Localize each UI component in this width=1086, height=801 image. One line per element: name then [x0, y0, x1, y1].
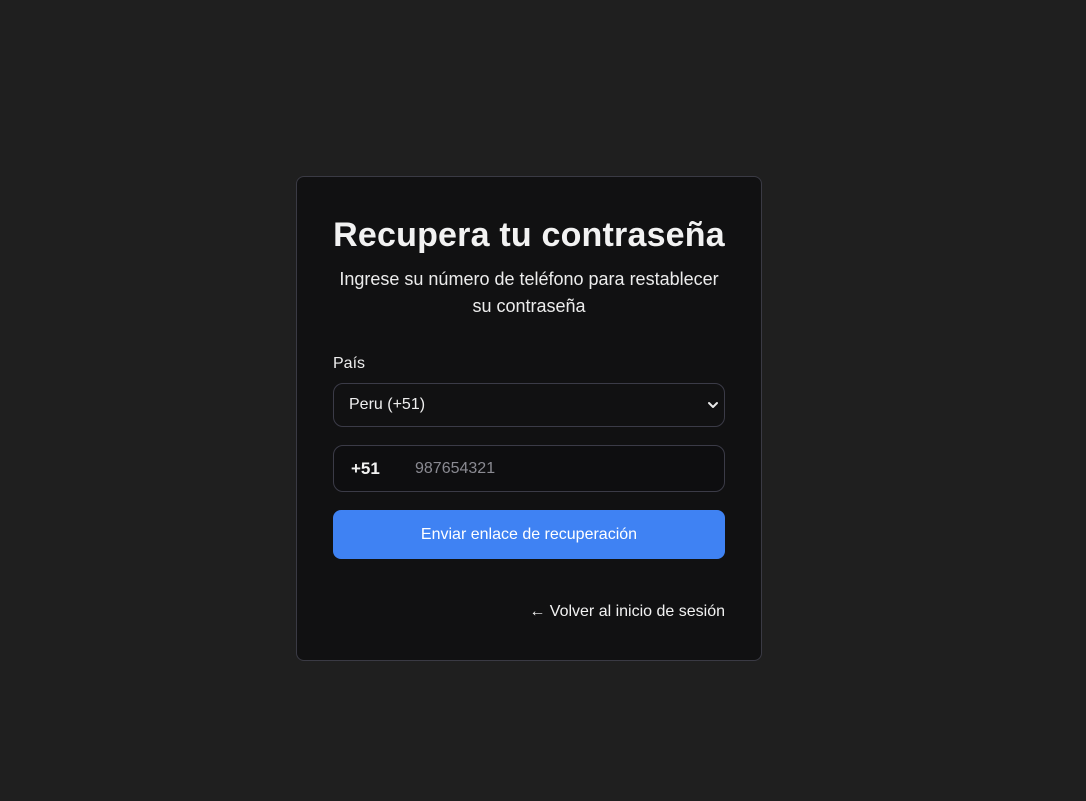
phone-prefix: +51 [351, 458, 380, 478]
recovery-card: Recupera tu contraseña Ingrese su número… [296, 176, 762, 661]
page-subtitle: Ingrese su número de teléfono para resta… [339, 269, 719, 316]
page-title: Recupera tu contraseña [333, 216, 725, 254]
phone-input[interactable] [415, 446, 724, 491]
chevron-down-icon [708, 402, 718, 408]
send-recovery-link-label: Enviar enlace de recuperación [420, 525, 638, 543]
back-to-login-label: Volver al inicio de sesión [549, 603, 725, 620]
phone-field[interactable]: +51 [333, 445, 725, 492]
country-label: País [333, 355, 366, 372]
country-select[interactable]: Peru (+51) [333, 383, 725, 427]
arrow-left-icon: ← [529, 603, 546, 620]
back-to-login-link[interactable]: ← Volver al inicio de sesión [333, 603, 725, 621]
send-recovery-link-button[interactable]: Enviar enlace de recuperación [333, 510, 725, 559]
country-select-value: Peru (+51) [349, 396, 426, 413]
